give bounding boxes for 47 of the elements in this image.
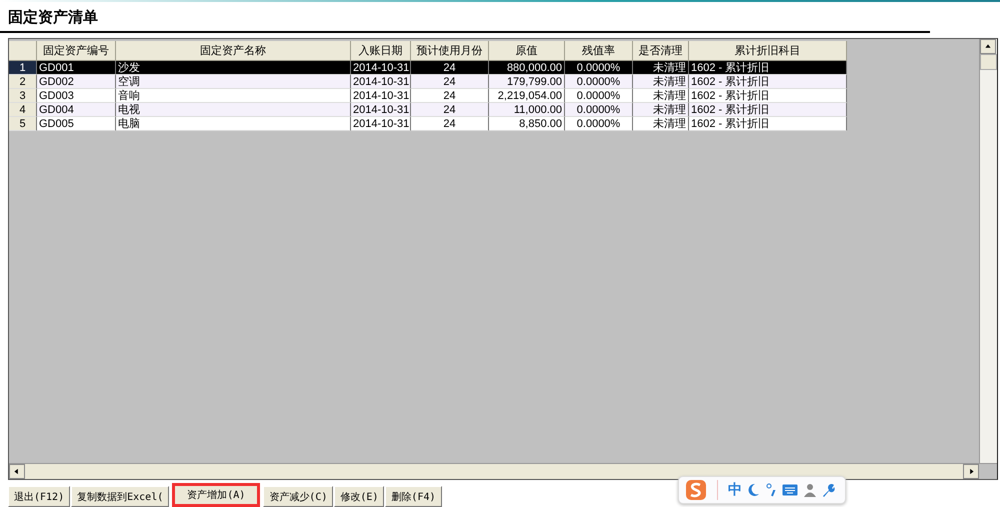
column-header[interactable]: 固定资产编号 [37, 41, 116, 61]
table-row[interactable]: 1 GD001 沙发 2014-10-31 24 880,000.00 0.0000% 未清理 1602 - 累计折旧 [9, 61, 847, 75]
scroll-thumb[interactable] [980, 54, 997, 70]
column-header[interactable]: 残值率 [565, 41, 633, 61]
page-title: 固定资产清单 [8, 8, 98, 27]
table-cell: 电脑 [116, 117, 351, 131]
toolbar-button[interactable]: 删除(F4) [385, 486, 442, 507]
scroll-up-icon[interactable] [980, 39, 996, 54]
column-header[interactable]: 预计使用月份 [411, 41, 489, 61]
row-number: 5 [9, 117, 37, 131]
input-method-logo-icon[interactable] [685, 479, 707, 501]
table-row[interactable]: 5 GD005 电脑 2014-10-31 24 8,850.00 0.0000% 未清理 1602 - 累计折旧 [9, 117, 847, 131]
toolbar-button[interactable]: 复制数据到Excel( [71, 486, 170, 507]
toolbar-button[interactable]: 资产减少(C) [263, 486, 334, 507]
table-cell: 1602 - 累计折旧 [689, 117, 847, 131]
vertical-scrollbar[interactable] [979, 39, 997, 463]
table-row[interactable]: 3 GD003 音响 2014-10-31 24 2,219,054.00 0.0000% 未清理 1602 - 累计折旧 [9, 89, 847, 103]
column-header[interactable]: 累计折旧科目 [689, 41, 847, 61]
row-number: 4 [9, 103, 37, 117]
punctuation-icon[interactable] [766, 483, 776, 497]
horizontal-scrollbar[interactable] [9, 463, 997, 479]
scroll-right-icon[interactable] [963, 464, 979, 479]
scroll-left-icon[interactable] [9, 464, 25, 479]
toolbar-button[interactable]: 退出(F12) [8, 486, 70, 507]
table-row[interactable]: 2 GD002 空调 2014-10-31 24 179,799.00 0.0000% 未清理 1602 - 累计折旧 [9, 75, 847, 89]
table-cell: GD005 [37, 117, 116, 131]
table-cell: 未清理 [633, 117, 689, 131]
input-mode-toggle[interactable]: 中 [728, 481, 742, 499]
table-cell: 8,850.00 [489, 117, 565, 131]
corner-header [9, 41, 37, 61]
row-number: 2 [9, 75, 37, 89]
toolbar-button[interactable]: 资产增加(A) [172, 483, 260, 507]
table-cell: 24 [411, 117, 489, 131]
column-header[interactable]: 入账日期 [351, 41, 411, 61]
wrench-icon[interactable] [822, 484, 835, 496]
table-cell: 2014-10-31 [351, 117, 411, 131]
table-row[interactable]: 4 GD004 电视 2014-10-31 24 11,000.00 0.0000% 未清理 1602 - 累计折旧 [9, 103, 847, 117]
row-number: 1 [9, 61, 37, 75]
column-header[interactable]: 原值 [489, 41, 565, 61]
user-icon[interactable] [804, 483, 816, 497]
moon-icon[interactable] [748, 483, 760, 497]
column-header[interactable]: 固定资产名称 [116, 41, 351, 61]
row-number: 3 [9, 89, 37, 103]
toolbar-button[interactable]: 修改(E) [334, 486, 384, 507]
table-cell: 0.0000% [565, 117, 633, 131]
column-header[interactable]: 是否清理 [633, 41, 689, 61]
keyboard-icon[interactable] [782, 484, 798, 496]
